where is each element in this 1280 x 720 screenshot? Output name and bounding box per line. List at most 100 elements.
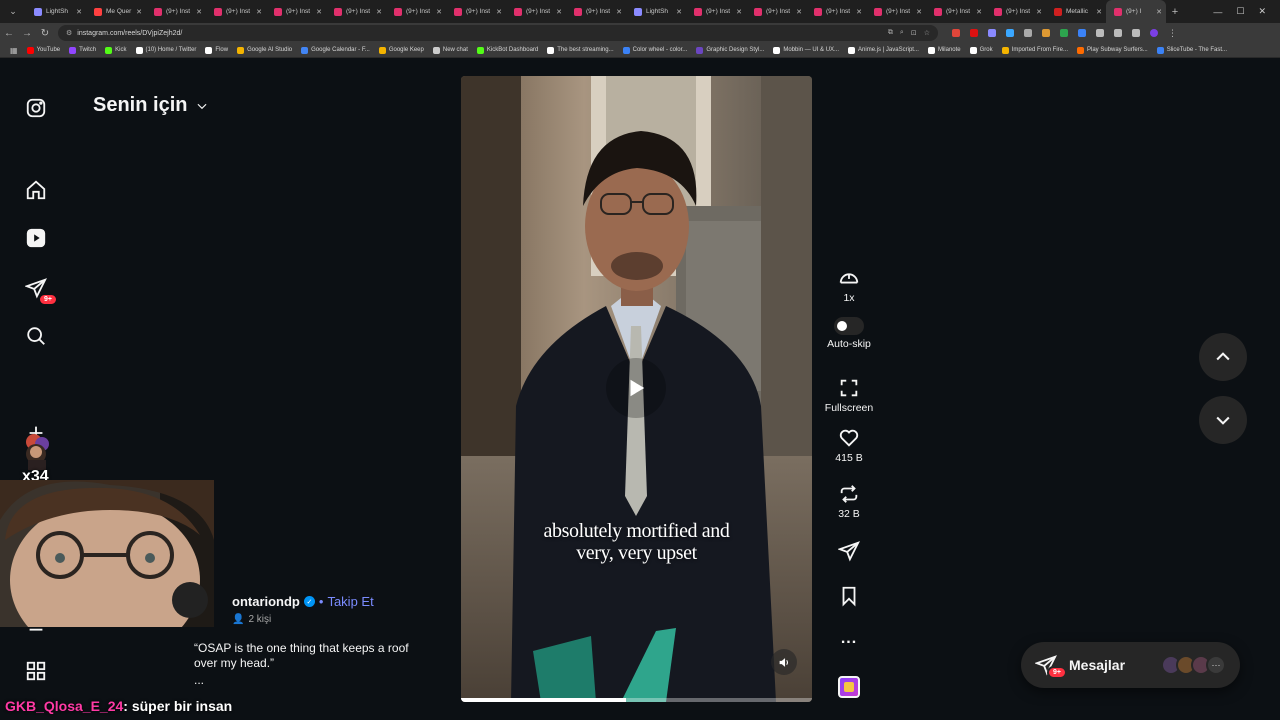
tab-close-icon[interactable]: ✕ (196, 8, 202, 16)
description-more[interactable]: ... (194, 673, 204, 687)
previous-reel-button[interactable] (1199, 333, 1247, 381)
tab-close-icon[interactable]: ✕ (256, 8, 262, 16)
tab-close-icon[interactable]: ✕ (976, 8, 982, 16)
bookmark-item[interactable]: Google Calendar - F... (301, 46, 370, 54)
save-button[interactable] (824, 585, 874, 607)
reels-icon[interactable] (22, 224, 50, 252)
tab-close-icon[interactable]: ✕ (736, 8, 742, 16)
close-window-icon[interactable]: ✕ (1258, 6, 1266, 17)
extension-icon[interactable] (952, 29, 960, 37)
browser-tab[interactable]: (9+) Inst ✕ (926, 0, 986, 23)
download-icon[interactable] (1114, 29, 1122, 37)
tab-close-icon[interactable]: ✕ (856, 8, 862, 16)
minimize-icon[interactable]: — (1213, 7, 1222, 17)
reload-icon[interactable]: ↻ (36, 28, 54, 39)
extension-icon[interactable] (1060, 29, 1068, 37)
extensions-puzzle-icon[interactable] (1096, 29, 1104, 37)
original-audio-button[interactable] (824, 676, 874, 698)
extension-icon[interactable] (1024, 29, 1032, 37)
translate-icon[interactable]: ⧉ (888, 29, 893, 37)
tab-close-icon[interactable]: ✕ (616, 8, 622, 16)
tab-close-icon[interactable]: ✕ (76, 8, 82, 16)
reel-video[interactable]: absolutely mortified and very, very upse… (461, 76, 812, 702)
browser-tab[interactable]: LightSh ✕ (626, 0, 686, 23)
bookmark-item[interactable]: New chat (432, 46, 468, 54)
tab-close-icon[interactable]: ✕ (376, 8, 382, 16)
tab-close-icon[interactable]: ✕ (1036, 8, 1042, 16)
extension-icon[interactable] (988, 29, 996, 37)
author-username[interactable]: ontariondp (232, 594, 300, 609)
browser-tab[interactable]: (9+) I ✕ (1106, 0, 1166, 23)
browser-tab[interactable]: (9+) Inst ✕ (986, 0, 1046, 23)
messages-icon[interactable]: 9+ (22, 274, 58, 306)
new-tab-button[interactable]: + (1166, 6, 1184, 18)
bookmark-item[interactable]: (10) Home / Twitter (135, 46, 196, 54)
browser-tab[interactable]: Me Quer ✕ (86, 0, 146, 23)
bookmark-item[interactable]: Color wheel - color... (622, 46, 687, 54)
tab-close-icon[interactable]: ✕ (136, 8, 142, 16)
search-icon[interactable] (22, 322, 50, 350)
browser-tab[interactable]: (9+) Inst ✕ (746, 0, 806, 23)
tab-close-icon[interactable]: ✕ (496, 8, 502, 16)
bookmark-item[interactable]: Mobbin — UI & UX... (773, 46, 839, 54)
follow-button[interactable]: Takip Et (327, 594, 373, 609)
tab-close-icon[interactable]: ✕ (796, 8, 802, 16)
fullscreen-button[interactable]: Fullscreen (824, 377, 874, 414)
collaborators[interactable]: 👤 2 kişi (232, 614, 374, 625)
browser-tab[interactable]: (9+) Inst ✕ (686, 0, 746, 23)
browser-tab[interactable]: (9+) Inst ✕ (446, 0, 506, 23)
share-button[interactable] (824, 540, 874, 562)
bookmark-item[interactable]: Imported From Fire... (1001, 46, 1068, 54)
tab-search-icon[interactable]: ⌄ (0, 0, 26, 23)
back-icon[interactable]: ← (0, 28, 18, 39)
bookmark-item[interactable]: Milanote (927, 46, 961, 54)
tab-close-icon[interactable]: ✕ (676, 8, 682, 16)
browser-tab[interactable]: (9+) Inst ✕ (386, 0, 446, 23)
browser-tab[interactable]: (9+) Inst ✕ (206, 0, 266, 23)
home-icon[interactable] (22, 176, 50, 204)
bookmark-item[interactable]: Play Subway Surfers... (1077, 46, 1148, 54)
bookmark-item[interactable]: Grok (969, 46, 993, 54)
like-button[interactable]: 415 B (824, 427, 874, 464)
browser-menu-icon[interactable]: ⋮ (1168, 28, 1177, 39)
browser-tab[interactable]: (9+) Inst ✕ (266, 0, 326, 23)
extension-icon[interactable] (1042, 29, 1050, 37)
profile-avatar[interactable] (1150, 29, 1158, 37)
more-options-button[interactable]: ... (824, 627, 874, 648)
apps-grid-icon[interactable]: ▦ (10, 46, 18, 55)
extension-icon[interactable] (970, 29, 978, 37)
bookmark-item[interactable]: Flow (205, 46, 228, 54)
tab-close-icon[interactable]: ✕ (556, 8, 562, 16)
site-info-icon[interactable]: ⚙ (66, 29, 72, 37)
browser-tab[interactable]: (9+) Inst ✕ (566, 0, 626, 23)
bookmark-item[interactable]: YouTube (26, 46, 60, 54)
playback-speed-button[interactable]: 1x (824, 267, 874, 304)
next-reel-button[interactable] (1199, 396, 1247, 444)
bookmark-item[interactable]: Anime.js | JavaScript... (848, 46, 919, 54)
repost-button[interactable]: 32 B (824, 483, 874, 520)
browser-tab[interactable]: LightSh ✕ (26, 0, 86, 23)
tab-close-icon[interactable]: ✕ (316, 8, 322, 16)
browser-tab[interactable]: (9+) Inst ✕ (806, 0, 866, 23)
bookmark-item[interactable]: The best streaming... (547, 46, 614, 54)
tab-close-icon[interactable]: ✕ (1096, 8, 1102, 16)
bookmark-item[interactable]: Kick (105, 46, 127, 54)
messages-button[interactable]: 9+ Mesajlar ··· (1021, 642, 1240, 688)
bookmark-item[interactable]: SliceTube - The Fast... (1156, 46, 1227, 54)
instagram-logo-icon[interactable] (22, 94, 50, 122)
browser-tab[interactable]: (9+) Inst ✕ (866, 0, 926, 23)
bookmark-item[interactable]: Google Keep (378, 46, 424, 54)
bookmark-star-icon[interactable]: ☆ (924, 29, 930, 37)
more-grid-icon[interactable] (22, 657, 50, 685)
browser-tab[interactable]: Metallic ✕ (1046, 0, 1106, 23)
autoskip-switch[interactable] (834, 317, 864, 335)
bookmark-item[interactable]: Google AI Studio (237, 46, 292, 54)
mute-button[interactable] (771, 649, 797, 675)
feed-selector[interactable]: Senin için (93, 94, 209, 117)
bookmark-item[interactable]: Graphic Design Styl... (696, 46, 764, 54)
tab-close-icon[interactable]: ✕ (916, 8, 922, 16)
bookmark-item[interactable]: KickBot Dashboard (476, 46, 538, 54)
bookmark-item[interactable]: Twitch (69, 46, 96, 54)
forward-icon[interactable]: → (18, 28, 36, 39)
browser-tab[interactable]: (9+) Inst ✕ (506, 0, 566, 23)
